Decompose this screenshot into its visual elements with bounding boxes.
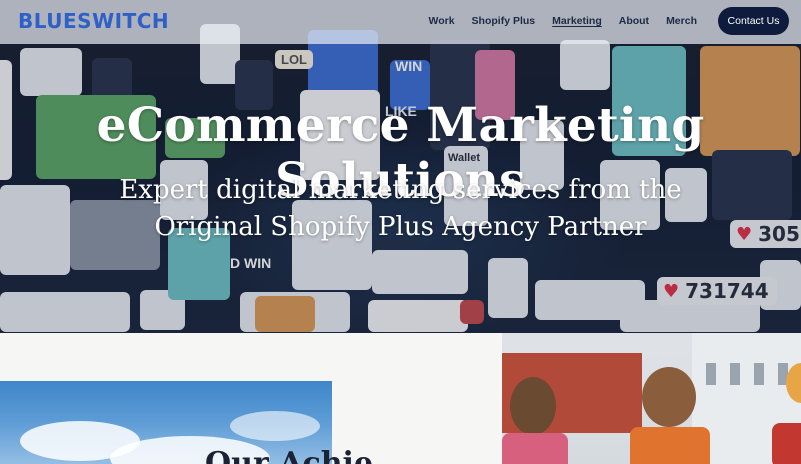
hero-subtitle: Expert digital marketing services from t… [0, 172, 801, 246]
site-logo[interactable]: BLUESWITCH [18, 9, 169, 33]
nav-links: Work Shopify Plus Marketing About Merch [428, 15, 697, 27]
nav-item-shopify-plus[interactable]: Shopify Plus [472, 15, 536, 27]
hero-subtitle-line-2: Original Shopify Plus Agency Partner [154, 212, 647, 242]
hero-subtitle-line-1: Expert digital marketing services from t… [119, 175, 682, 205]
nav-item-merch[interactable]: Merch [666, 15, 697, 27]
hero-section: LOL WIN D WIN LIKE Wallet wisely? ♥ 7317… [0, 0, 801, 333]
nav-item-marketing[interactable]: Marketing [552, 15, 602, 27]
contact-us-button[interactable]: Contact Us [718, 7, 789, 35]
top-navigation: BLUESWITCH Work Shopify Plus Marketing A… [0, 0, 801, 44]
section-heading: Our Achie [205, 446, 374, 464]
achievements-section: Our Achie [0, 333, 801, 464]
nav-item-work[interactable]: Work [428, 15, 454, 27]
nav-item-about[interactable]: About [619, 15, 649, 27]
children-street-photo [502, 333, 801, 464]
